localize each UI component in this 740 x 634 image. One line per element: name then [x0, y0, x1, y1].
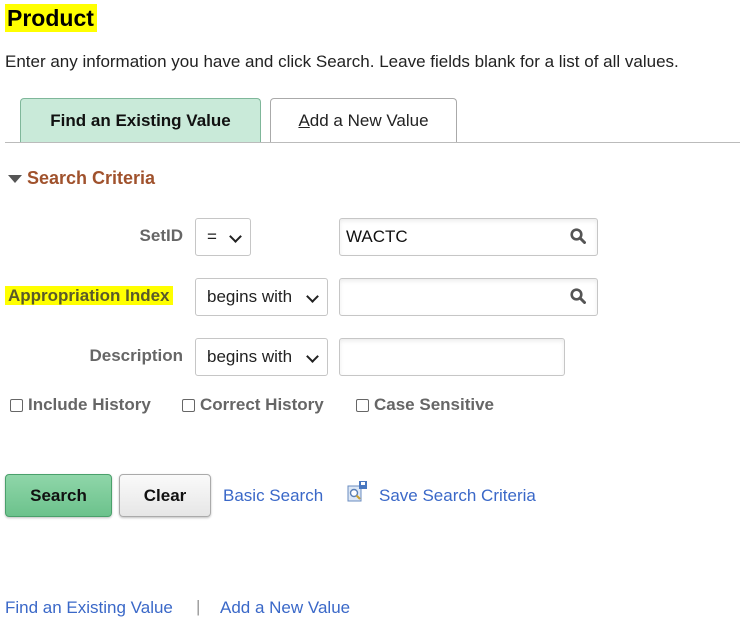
- description-input[interactable]: [339, 338, 565, 376]
- setid-operator-value: =: [207, 227, 217, 246]
- checkbox-box[interactable]: [182, 398, 195, 412]
- appropriation-index-operator-select[interactable]: begins with: [195, 278, 328, 316]
- lookup-search-icon[interactable]: [570, 228, 586, 244]
- basic-search-link[interactable]: Basic Search: [223, 486, 323, 506]
- tab-add-new-value[interactable]: Add a New Value: [270, 98, 457, 142]
- footer-add-new-value-link[interactable]: Add a New Value: [220, 598, 350, 618]
- page-title: Product: [5, 4, 97, 32]
- save-search-criteria-link[interactable]: Save Search Criteria: [379, 486, 536, 506]
- tab-accesskey: A: [298, 111, 310, 130]
- case-sensitive-checkbox[interactable]: Case Sensitive: [356, 395, 494, 415]
- case-sensitive-label: Case Sensitive: [374, 395, 495, 414]
- setid-operator-select[interactable]: =: [195, 218, 251, 256]
- description-operator-value: begins with: [207, 347, 293, 366]
- appropriation-index-operator-value: begins with: [207, 287, 293, 306]
- correct-history-checkbox[interactable]: Correct History: [182, 395, 324, 415]
- footer-separator: |: [196, 597, 201, 616]
- appropriation-index-label-wrap: Appropriation Index: [5, 286, 173, 306]
- include-history-label: Include History: [28, 395, 151, 414]
- description-label: Description: [89, 346, 183, 365]
- setid-value: WACTC: [346, 227, 408, 246]
- search-criteria-heading: Search Criteria: [27, 168, 156, 188]
- instructions-text: Enter any information you have and click…: [5, 52, 679, 71]
- chevron-down-icon: [306, 350, 319, 363]
- setid-input[interactable]: WACTC: [339, 218, 598, 256]
- tab-find-existing-value[interactable]: Find an Existing Value: [20, 98, 261, 142]
- chevron-down-icon: [229, 230, 242, 243]
- save-search-criteria-icon[interactable]: [347, 481, 369, 503]
- checkbox-box[interactable]: [10, 398, 23, 412]
- include-history-checkbox[interactable]: Include History: [10, 395, 151, 415]
- collapse-triangle-icon: [8, 174, 22, 183]
- correct-history-label: Correct History: [200, 395, 324, 414]
- lookup-search-icon[interactable]: [570, 288, 586, 304]
- search-criteria-toggle[interactable]: Search Criteria: [8, 168, 155, 189]
- tab-divider: [5, 142, 740, 143]
- clear-button[interactable]: Clear: [119, 474, 211, 517]
- description-operator-select[interactable]: begins with: [195, 338, 328, 376]
- appropriation-index-input[interactable]: [339, 278, 598, 316]
- appropriation-index-label: Appropriation Index: [5, 286, 173, 305]
- checkbox-box[interactable]: [356, 398, 369, 412]
- footer-find-existing-value-link[interactable]: Find an Existing Value: [5, 598, 173, 618]
- search-button[interactable]: Search: [5, 474, 112, 517]
- setid-label: SetID: [139, 226, 183, 245]
- chevron-down-icon: [306, 290, 319, 303]
- tab-label-rest: dd a New Value: [309, 111, 429, 130]
